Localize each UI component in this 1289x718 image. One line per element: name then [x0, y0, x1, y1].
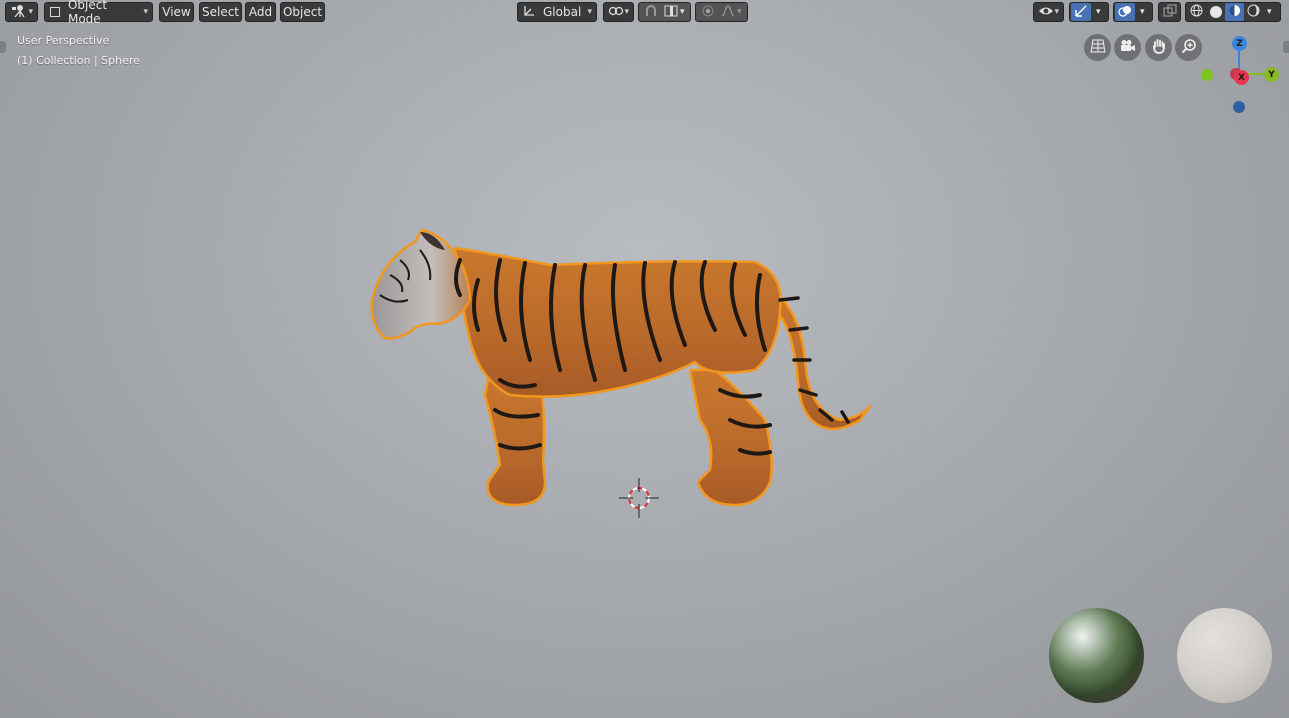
orientation-axes-icon: [522, 4, 536, 21]
gizmo-icon: [1074, 4, 1088, 21]
menu-view[interactable]: View: [159, 2, 194, 22]
falloff-selector[interactable]: ▾: [718, 3, 745, 21]
mode-selector[interactable]: Object Mode ▾: [44, 0, 153, 26]
eye-selectability-icon: [1038, 5, 1054, 20]
chevron-down-icon: ▾: [680, 7, 685, 17]
snap-toggle[interactable]: [641, 3, 661, 21]
matte-sphere[interactable]: [1177, 608, 1272, 703]
orientation-label: Global: [543, 5, 582, 19]
rendered-shading-button[interactable]: [1244, 3, 1263, 21]
solid-shading-button[interactable]: [1206, 3, 1225, 21]
chevron-down-icon[interactable]: ▾: [1140, 7, 1145, 17]
gizmo-toggle[interactable]: [1071, 3, 1091, 21]
chevron-down-icon[interactable]: ▾: [1096, 7, 1101, 17]
snap-target-selector[interactable]: ▾: [661, 3, 688, 21]
axis-y-ball[interactable]: Y: [1264, 67, 1279, 82]
editor-type-selector[interactable]: ▾: [5, 2, 38, 22]
selectability-visibility-selector[interactable]: ▾: [1033, 2, 1064, 22]
view-name: User Perspective: [17, 34, 110, 47]
xray-icon: [1163, 4, 1177, 21]
proportional-edit-icon: [701, 4, 715, 21]
menu-add[interactable]: Add: [245, 2, 276, 22]
pivot-point-selector[interactable]: ▾: [603, 2, 634, 22]
overlays-icon: [1118, 4, 1132, 21]
solid-shading-icon: [1209, 6, 1222, 18]
overlays-group: ▾: [1113, 2, 1153, 22]
menu-select[interactable]: Select: [199, 2, 242, 22]
navigation-gizmo[interactable]: Z Y X: [1195, 32, 1285, 116]
3d-cursor-icon[interactable]: [617, 476, 661, 520]
menu-add-label: Add: [248, 5, 273, 19]
viewport-header: ▾ Object Mode ▾ View Select Add Object G…: [0, 0, 1289, 26]
axis-x-ball[interactable]: X: [1234, 70, 1249, 85]
wireframe-shading-button[interactable]: [1187, 3, 1206, 21]
chevron-down-icon: ▾: [737, 7, 742, 17]
pivot-link-icon: [608, 5, 624, 20]
axis-z-label: Z: [1236, 38, 1243, 49]
menu-select-label: Select: [201, 5, 240, 19]
gizmo-group: ▾: [1069, 2, 1109, 22]
transform-orientation-selector[interactable]: Global ▾: [517, 2, 597, 22]
axis-y-label: Y: [1268, 69, 1275, 80]
xray-toggle[interactable]: [1158, 2, 1181, 22]
chevron-down-icon: ▾: [1054, 7, 1059, 17]
shading-group: ▾: [1185, 2, 1281, 22]
camera-view-button[interactable]: [1114, 34, 1141, 61]
chevron-down-icon[interactable]: ▾: [1267, 7, 1272, 17]
snap-group: ▾: [638, 2, 691, 22]
object-mode-icon: [50, 7, 60, 17]
toolbar-expand-tab[interactable]: [0, 41, 6, 53]
overlays-toggle[interactable]: [1115, 3, 1135, 21]
menu-object-label: Object: [282, 5, 323, 19]
chevron-down-icon: ▾: [143, 7, 148, 17]
tiger-model[interactable]: [360, 220, 880, 520]
grid-view-icon: [1089, 39, 1106, 56]
snap-magnet-icon: [644, 4, 658, 21]
axis-x-label: X: [1238, 72, 1245, 83]
chevron-down-icon: ▾: [28, 7, 33, 17]
axis-z-negative-ball[interactable]: [1233, 101, 1245, 113]
pan-view-button[interactable]: [1145, 34, 1172, 61]
hand-pan-icon: [1151, 38, 1167, 57]
proportional-edit-toggle[interactable]: [698, 3, 718, 21]
material-preview-shading-button[interactable]: [1225, 3, 1244, 21]
chevron-down-icon: ▾: [587, 7, 592, 17]
camera-tripod-icon: [10, 4, 26, 21]
chevron-down-icon: ▾: [624, 7, 629, 17]
axis-y-negative-ball[interactable]: [1201, 69, 1213, 81]
menu-object[interactable]: Object: [280, 2, 325, 22]
falloff-curve-icon: [721, 4, 735, 20]
material-preview-shading-icon: [1228, 4, 1241, 20]
camera-icon: [1119, 39, 1136, 56]
proportional-group: ▾: [695, 2, 748, 22]
toggle-ortho-button[interactable]: [1084, 34, 1111, 61]
collection-info: (1) Collection | Sphere: [17, 54, 140, 67]
hdri-sphere[interactable]: [1049, 608, 1144, 703]
mode-label: Object Mode: [67, 0, 108, 26]
menu-view-label: View: [162, 5, 191, 19]
wireframe-shading-icon: [1190, 4, 1203, 20]
axis-z-ball[interactable]: Z: [1232, 36, 1247, 51]
rendered-shading-icon: [1247, 4, 1260, 20]
snap-increment-icon: [664, 5, 678, 20]
